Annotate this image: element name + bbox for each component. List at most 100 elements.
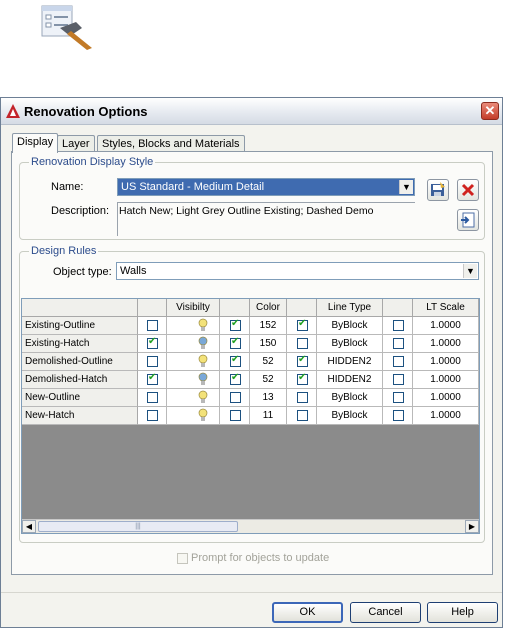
scroll-left-button[interactable]: ◀ (22, 520, 36, 533)
renovation-options-tool-icon (40, 2, 96, 50)
close-icon: ✕ (484, 103, 496, 118)
delete-style-button[interactable] (457, 179, 479, 201)
color-override-checkbox[interactable] (230, 392, 241, 403)
linetype-override-cell (287, 407, 317, 425)
color-override-checkbox[interactable] (230, 353, 241, 367)
ltscale-override-checkbox[interactable] (393, 392, 404, 403)
linetype-override-checkbox[interactable] (297, 353, 308, 367)
linetype-value[interactable]: HIDDEN2 (317, 371, 383, 389)
ltscale-value[interactable]: 1.0000 (413, 317, 479, 335)
visibility-override-checkbox[interactable] (147, 356, 158, 367)
grid-header-8: LT Scale (413, 299, 479, 317)
grid-header-7 (383, 299, 413, 317)
linetype-value[interactable]: ByBlock (317, 407, 383, 425)
visibility-override-checkbox[interactable] (147, 335, 158, 349)
ltscale-override-checkbox[interactable] (393, 338, 404, 349)
close-button[interactable]: ✕ (481, 102, 499, 120)
visibility-override-checkbox[interactable] (147, 410, 158, 421)
help-button[interactable]: Help (427, 602, 498, 623)
tab-display[interactable]: Display (12, 133, 59, 153)
grid-row-name: Demolished-Outline (22, 353, 138, 371)
color-override-checkbox[interactable] (230, 410, 241, 421)
design-rules-grid: Visibilty Color Line Type LT Scale Existing-… (21, 298, 480, 534)
chevron-down-icon[interactable]: ▼ (463, 264, 477, 278)
lightbulb-icon[interactable] (198, 318, 208, 333)
lightbulb-icon[interactable] (198, 354, 208, 369)
cancel-button[interactable]: Cancel (350, 602, 421, 623)
linetype-override-checkbox[interactable] (297, 392, 308, 403)
color-override-cell (220, 389, 250, 407)
linetype-override-checkbox[interactable] (297, 410, 308, 421)
color-value[interactable]: 52 (250, 353, 287, 371)
chevron-down-icon[interactable]: ▼ (399, 180, 413, 194)
object-type-value: Walls (120, 265, 147, 277)
color-override-checkbox[interactable] (230, 335, 241, 349)
visibility-override-cell (138, 317, 167, 335)
color-value[interactable]: 11 (250, 407, 287, 425)
ltscale-override-checkbox[interactable] (393, 356, 404, 367)
ltscale-value[interactable]: 1.0000 (413, 389, 479, 407)
color-value[interactable]: 52 (250, 371, 287, 389)
ltscale-override-checkbox[interactable] (393, 320, 404, 331)
autocad-app-icon (5, 103, 21, 119)
scroll-thumb[interactable]: ||| (38, 521, 238, 532)
color-value[interactable]: 150 (250, 335, 287, 353)
visibility-override-checkbox[interactable] (147, 371, 158, 385)
name-label: Name: (51, 181, 84, 193)
ltscale-override-cell (383, 353, 413, 371)
description-field[interactable]: Hatch New; Light Grey Outline Existing; … (117, 202, 415, 236)
lightbulb-icon[interactable] (198, 336, 208, 351)
linetype-value[interactable]: ByBlock (317, 389, 383, 407)
grid-header-5 (287, 299, 317, 317)
name-dropdown[interactable]: US Standard - Medium Detail ▼ (117, 178, 415, 196)
tab-layer[interactable]: Layer (57, 135, 95, 152)
lightbulb-icon[interactable] (198, 390, 208, 405)
color-value[interactable]: 152 (250, 317, 287, 335)
import-style-button[interactable] (457, 209, 479, 231)
delete-style-icon (461, 183, 475, 197)
ltscale-override-checkbox[interactable] (393, 374, 404, 385)
save-style-button[interactable] (427, 179, 449, 201)
visibility-override-checkbox[interactable] (147, 320, 158, 331)
color-override-checkbox[interactable] (230, 371, 241, 385)
color-override-cell (220, 371, 250, 389)
ltscale-override-checkbox[interactable] (393, 410, 404, 421)
prompt-checkbox[interactable] (177, 553, 188, 564)
dialog-title: Renovation Options (24, 104, 148, 119)
renovation-options-dialog: Renovation Options ✕ Display Layer Style… (0, 97, 503, 628)
linetype-override-cell (287, 371, 317, 389)
grid-header-1 (138, 299, 167, 317)
design-rules-title: Design Rules (29, 245, 99, 257)
grid-header-0 (22, 299, 138, 317)
grid-row-name: New-Hatch (22, 407, 138, 425)
ltscale-value[interactable]: 1.0000 (413, 371, 479, 389)
tab-styles-blocks-materials[interactable]: Styles, Blocks and Materials (97, 135, 245, 152)
ok-button[interactable]: OK (272, 602, 343, 623)
linetype-value[interactable]: HIDDEN2 (317, 353, 383, 371)
linetype-value[interactable]: ByBlock (317, 335, 383, 353)
scroll-right-button[interactable]: ▶ (465, 520, 479, 533)
ltscale-override-cell (383, 335, 413, 353)
color-override-checkbox[interactable] (230, 317, 241, 331)
name-value: US Standard - Medium Detail (121, 181, 265, 193)
linetype-override-checkbox[interactable] (297, 371, 308, 385)
color-override-cell (220, 407, 250, 425)
color-value[interactable]: 13 (250, 389, 287, 407)
lightbulb-icon[interactable] (198, 408, 208, 423)
visibility-cell (167, 335, 220, 353)
ltscale-value[interactable]: 1.0000 (413, 353, 479, 371)
visibility-override-checkbox[interactable] (147, 392, 158, 403)
linetype-override-checkbox[interactable] (297, 338, 308, 349)
save-style-icon (431, 182, 445, 196)
object-type-dropdown[interactable]: Walls ▼ (116, 262, 479, 280)
grid-row-name: Existing-Outline (22, 317, 138, 335)
ltscale-value[interactable]: 1.0000 (413, 407, 479, 425)
grid-row-name: Existing-Hatch (22, 335, 138, 353)
lightbulb-icon[interactable] (198, 372, 208, 387)
linetype-value[interactable]: ByBlock (317, 317, 383, 335)
ltscale-value[interactable]: 1.0000 (413, 335, 479, 353)
linetype-override-checkbox[interactable] (297, 317, 308, 331)
color-override-cell (220, 353, 250, 371)
horizontal-scrollbar[interactable]: ◀ ||| ▶ (22, 519, 479, 533)
description-value: Hatch New; Light Grey Outline Existing; … (119, 205, 374, 217)
